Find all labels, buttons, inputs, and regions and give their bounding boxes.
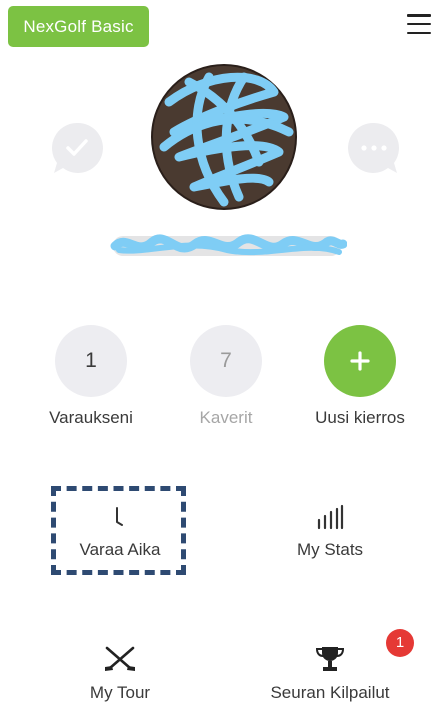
check-bubble-icon[interactable] — [50, 121, 104, 175]
my-tour-tile[interactable]: My Tour — [30, 645, 210, 703]
bar-chart-icon — [317, 504, 344, 530]
friends-label[interactable]: Kaverit — [156, 408, 296, 428]
hamburger-menu-icon[interactable] — [407, 14, 431, 34]
friends-count-circle[interactable]: 7 — [190, 325, 262, 397]
more-bubble-icon[interactable] — [347, 121, 401, 175]
reservations-label[interactable]: Varaukseni — [21, 408, 161, 428]
new-round-label[interactable]: Uusi kierros — [290, 408, 430, 428]
friends-count: 7 — [220, 349, 232, 372]
avatar[interactable] — [149, 62, 299, 212]
notification-badge: 1 — [386, 629, 414, 657]
my-stats-label: My Stats — [296, 540, 364, 559]
highlight-box — [51, 486, 186, 575]
club-competitions-label: Seuran Kilpailut — [270, 683, 390, 702]
my-tour-label: My Tour — [89, 683, 151, 702]
new-round-button[interactable] — [324, 325, 396, 397]
my-stats-tile[interactable]: My Stats — [240, 504, 420, 560]
reservations-count-circle[interactable]: 1 — [55, 325, 127, 397]
plus-icon — [350, 351, 370, 371]
crossed-golf-clubs-icon — [105, 646, 135, 671]
trophy-icon — [315, 647, 345, 671]
profile-name-redacted — [107, 224, 348, 266]
plan-badge[interactable]: NexGolf Basic — [8, 6, 149, 47]
reservations-count: 1 — [85, 349, 97, 372]
